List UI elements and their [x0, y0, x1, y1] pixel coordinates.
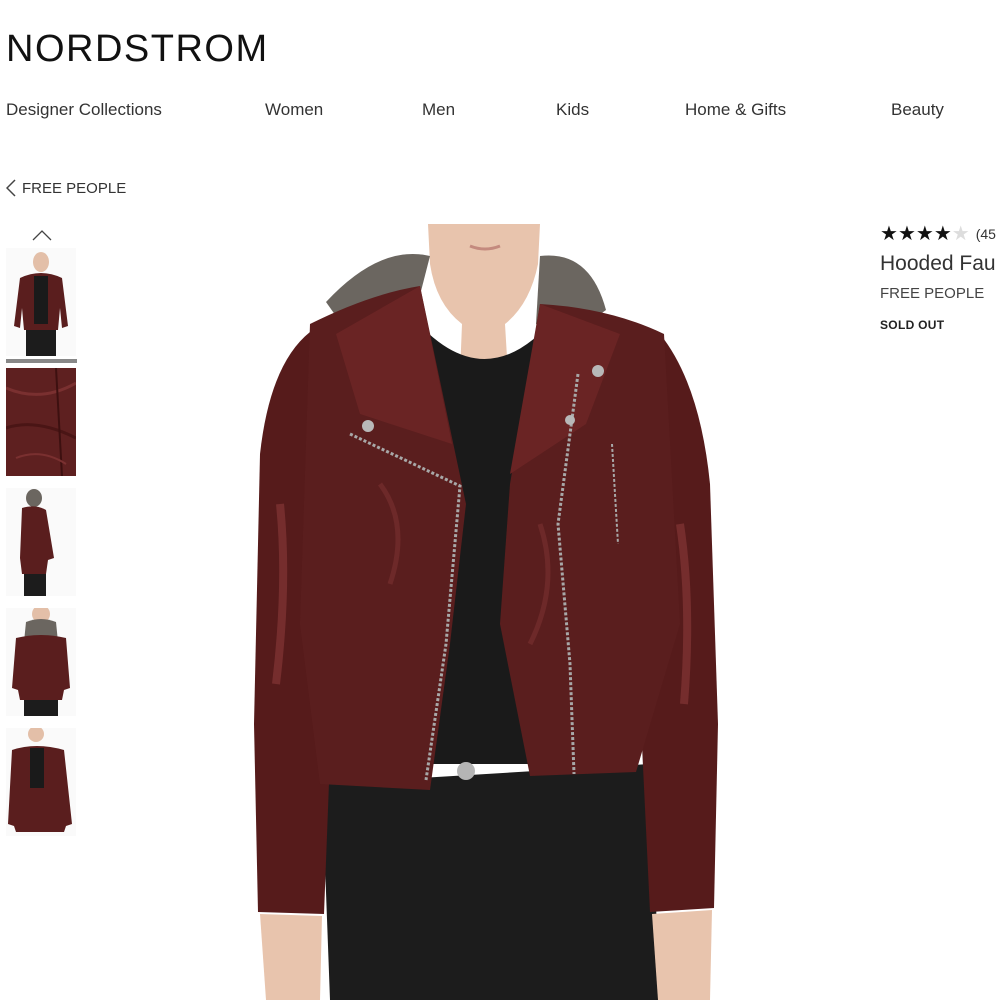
nav-beauty[interactable]: Beauty [891, 100, 944, 120]
product-brand-link[interactable]: FREE PEOPLE [880, 285, 984, 302]
thumbnail-hood-view[interactable] [6, 608, 76, 716]
star-icon: ★ [897, 223, 916, 245]
nordstrom-logo[interactable]: NORDSTROM [6, 30, 269, 68]
chevron-left-icon [6, 179, 16, 197]
nav-home-gifts[interactable]: Home & Gifts [685, 100, 786, 120]
product-title: Hooded Fau [880, 252, 996, 275]
thumbnail-side-view[interactable] [6, 488, 76, 596]
rating-stars[interactable]: ★ ★ ★ ★ ★ (45 [880, 224, 996, 244]
thumbnail-selected-indicator [6, 359, 77, 363]
stock-status: SOLD OUT [880, 318, 945, 332]
nav-designer-collections[interactable]: Designer Collections [6, 100, 162, 120]
review-count[interactable]: (45 [976, 226, 996, 242]
thumbnail-front-view[interactable] [6, 248, 76, 356]
nav-women[interactable]: Women [265, 100, 323, 120]
star-icon: ★ [915, 223, 934, 245]
nav-men[interactable]: Men [422, 100, 455, 120]
product-main-image[interactable] [240, 224, 740, 1000]
main-nav: Designer Collections Women Men Kids Home… [0, 100, 1000, 124]
star-empty-icon: ★ [951, 223, 970, 245]
star-icon: ★ [880, 223, 898, 245]
nav-kids[interactable]: Kids [556, 100, 589, 120]
breadcrumb[interactable]: FREE PEOPLE [6, 179, 126, 197]
chevron-up-icon[interactable] [32, 228, 52, 246]
thumbnail-leather-detail[interactable] [6, 368, 76, 476]
breadcrumb-brand-link[interactable]: FREE PEOPLE [22, 180, 126, 197]
star-icon: ★ [933, 223, 952, 245]
thumbnail-angle-view[interactable] [6, 728, 76, 836]
